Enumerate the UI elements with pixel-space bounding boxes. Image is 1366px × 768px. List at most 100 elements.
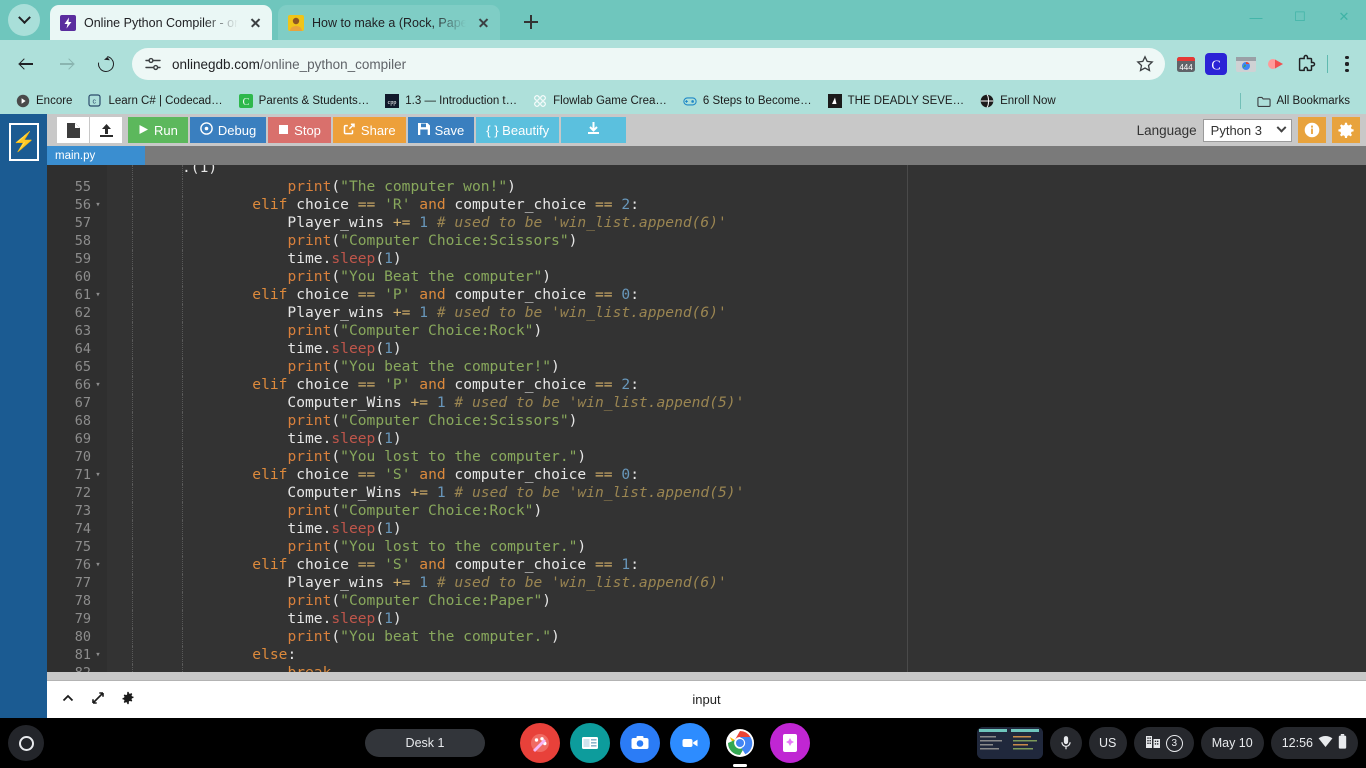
download-button[interactable]: [561, 117, 627, 143]
bookmark-item-3[interactable]: cpp 1.3 — Introduction t…: [377, 90, 525, 112]
code-line[interactable]: 65 print("You beat the computer!"): [47, 358, 1366, 376]
bookmark-item-6[interactable]: THE DEADLY SEVE…: [820, 90, 973, 112]
desk-switcher[interactable]: Desk 1: [365, 729, 485, 757]
fold-arrow-icon[interactable]: ▾: [93, 556, 103, 574]
code-line[interactable]: 59 time.sleep(1): [47, 250, 1366, 268]
code-token: ): [392, 430, 402, 447]
run-button[interactable]: Run: [128, 117, 188, 143]
code-line[interactable]: 79 time.sleep(1): [47, 610, 1366, 628]
fold-arrow-icon[interactable]: ▾: [93, 466, 103, 484]
language-select[interactable]: Python 3: [1202, 118, 1292, 142]
bookmark-item-5[interactable]: 6 Steps to Become…: [675, 90, 820, 112]
close-icon[interactable]: [246, 14, 264, 32]
expand-icon[interactable]: [91, 691, 105, 708]
kebab-menu-icon[interactable]: [1334, 50, 1360, 78]
code-line[interactable]: 70 print("You lost to the computer."): [47, 448, 1366, 466]
tab-search-button[interactable]: [8, 4, 40, 36]
new-file-icon[interactable]: [57, 117, 89, 143]
stop-button[interactable]: Stop: [268, 117, 331, 143]
bookmark-item-4[interactable]: Flowlab Game Crea…: [525, 90, 675, 112]
upload-icon[interactable]: [90, 117, 122, 143]
maximize-button[interactable]: ☐: [1278, 0, 1322, 34]
debug-button[interactable]: Debug: [189, 117, 267, 143]
browser-tab-0[interactable]: Online Python Compiler - online: [50, 5, 272, 40]
zoom-app-icon[interactable]: [670, 723, 710, 763]
code-line[interactable]: .(1): [47, 165, 1366, 178]
system-status-button[interactable]: 12:56: [1270, 727, 1358, 759]
code-line[interactable]: 69 time.sleep(1): [47, 430, 1366, 448]
reload-button[interactable]: [89, 47, 123, 81]
code-line[interactable]: 68 print("Computer Choice:Scissors"): [47, 412, 1366, 430]
file-tab-main-py[interactable]: main.py: [47, 146, 145, 165]
gallery-app-icon[interactable]: [520, 723, 560, 763]
editor-horizontal-scrollbar[interactable]: [47, 672, 1366, 680]
bookmark-item-2[interactable]: C Parents & Students…: [231, 90, 378, 112]
fold-arrow-icon[interactable]: ▾: [93, 646, 103, 664]
back-button[interactable]: [9, 47, 43, 81]
close-icon[interactable]: [474, 14, 492, 32]
star-icon[interactable]: [1135, 54, 1155, 74]
code-line[interactable]: 60 print("You Beat the computer"): [47, 268, 1366, 286]
c-blue-extension-icon[interactable]: C: [1202, 50, 1230, 78]
tune-icon[interactable]: [144, 55, 162, 73]
code-line[interactable]: 78 print("Computer Choice:Paper"): [47, 592, 1366, 610]
code-line[interactable]: 61 ▾ elif choice == 'P' and computer_choi…: [47, 286, 1366, 304]
beautify-button[interactable]: { } Beautify: [476, 117, 560, 143]
code-line[interactable]: 64 time.sleep(1): [47, 340, 1366, 358]
launcher-button[interactable]: [8, 725, 44, 761]
code-line[interactable]: 77 Player_wins += 1 # used to be 'win_li…: [47, 574, 1366, 592]
fold-arrow-icon[interactable]: ▾: [93, 286, 103, 304]
forward-button[interactable]: [49, 47, 83, 81]
calendar-extension-icon[interactable]: 444: [1172, 50, 1200, 78]
chevron-up-icon[interactable]: [61, 691, 75, 708]
keyboard-layout-button[interactable]: US: [1088, 727, 1127, 759]
red-play-extension-icon[interactable]: [1262, 50, 1290, 78]
code-line[interactable]: 80 print("You beat the computer."): [47, 628, 1366, 646]
minimize-button[interactable]: —: [1234, 0, 1278, 34]
info-icon[interactable]: [1298, 117, 1326, 143]
chrome-webstore-icon[interactable]: [1232, 50, 1260, 78]
code-line[interactable]: 75 print("You lost to the computer."): [47, 538, 1366, 556]
address-bar[interactable]: onlinegdb.com/online_python_compiler: [132, 48, 1165, 80]
screen-preview-thumbnail[interactable]: [976, 727, 1043, 759]
browser-tab-1[interactable]: How to make a (Rock, Paper, Sc: [278, 5, 500, 40]
save-button[interactable]: Save: [407, 117, 475, 143]
code-line[interactable]: 81 ▾ else:: [47, 646, 1366, 664]
extensions-puzzle-icon[interactable]: [1292, 50, 1320, 78]
code-editor[interactable]: .(1) 55 print("The computer won!") 56 ▾ eli…: [47, 165, 1366, 680]
code-line[interactable]: 66 ▾ elif choice == 'P' and computer_choi…: [47, 376, 1366, 394]
onlinegdb-bolt-icon[interactable]: ⚡: [9, 123, 39, 161]
code-line[interactable]: 73 print("Computer Choice:Rock"): [47, 502, 1366, 520]
gear-icon[interactable]: [1332, 117, 1360, 143]
ime-button[interactable]: 3: [1133, 727, 1194, 759]
code-content[interactable]: .(1) 55 print("The computer won!") 56 ▾ eli…: [47, 165, 1366, 680]
bookmark-item-1[interactable]: c Learn C# | Codecad…: [80, 90, 230, 112]
code-line[interactable]: 71 ▾ elif choice == 'S' and computer_choi…: [47, 466, 1366, 484]
all-bookmarks-button[interactable]: All Bookmarks: [1249, 90, 1359, 112]
share-button[interactable]: Share: [332, 117, 406, 143]
code-line[interactable]: 76 ▾ elif choice == 'S' and computer_choi…: [47, 556, 1366, 574]
new-tab-button[interactable]: [518, 9, 544, 35]
date-button[interactable]: May 10: [1200, 727, 1264, 759]
code-line[interactable]: 74 time.sleep(1): [47, 520, 1366, 538]
code-line[interactable]: 62 Player_wins += 1 # used to be 'win_li…: [47, 304, 1366, 322]
bookmark-item-7[interactable]: Enroll Now: [972, 90, 1064, 112]
close-window-button[interactable]: ✕: [1322, 0, 1366, 34]
chrome-app-icon[interactable]: [720, 723, 760, 767]
cards-app-icon[interactable]: [770, 723, 810, 763]
code-line[interactable]: 67 Computer_Wins += 1 # used to be 'win_…: [47, 394, 1366, 412]
code-line[interactable]: 56 ▾ elif choice == 'R' and computer_choi…: [47, 196, 1366, 214]
code-line[interactable]: 57 Player_wins += 1 # used to be 'win_li…: [47, 214, 1366, 232]
fold-arrow-icon[interactable]: ▾: [93, 376, 103, 394]
bookmark-item-0[interactable]: Encore: [8, 90, 80, 112]
code-line[interactable]: 72 Computer_Wins += 1 # used to be 'win_…: [47, 484, 1366, 502]
microphone-icon[interactable]: [1049, 727, 1082, 759]
gear-icon[interactable]: [121, 691, 135, 708]
docs-app-icon[interactable]: [570, 723, 610, 763]
camera-app-icon[interactable]: [620, 723, 660, 763]
fold-arrow-icon[interactable]: ▾: [93, 196, 103, 214]
code-line[interactable]: 55 print("The computer won!"): [47, 178, 1366, 196]
code-line[interactable]: 63 print("Computer Choice:Rock"): [47, 322, 1366, 340]
code-line[interactable]: 58 print("Computer Choice:Scissors"): [47, 232, 1366, 250]
